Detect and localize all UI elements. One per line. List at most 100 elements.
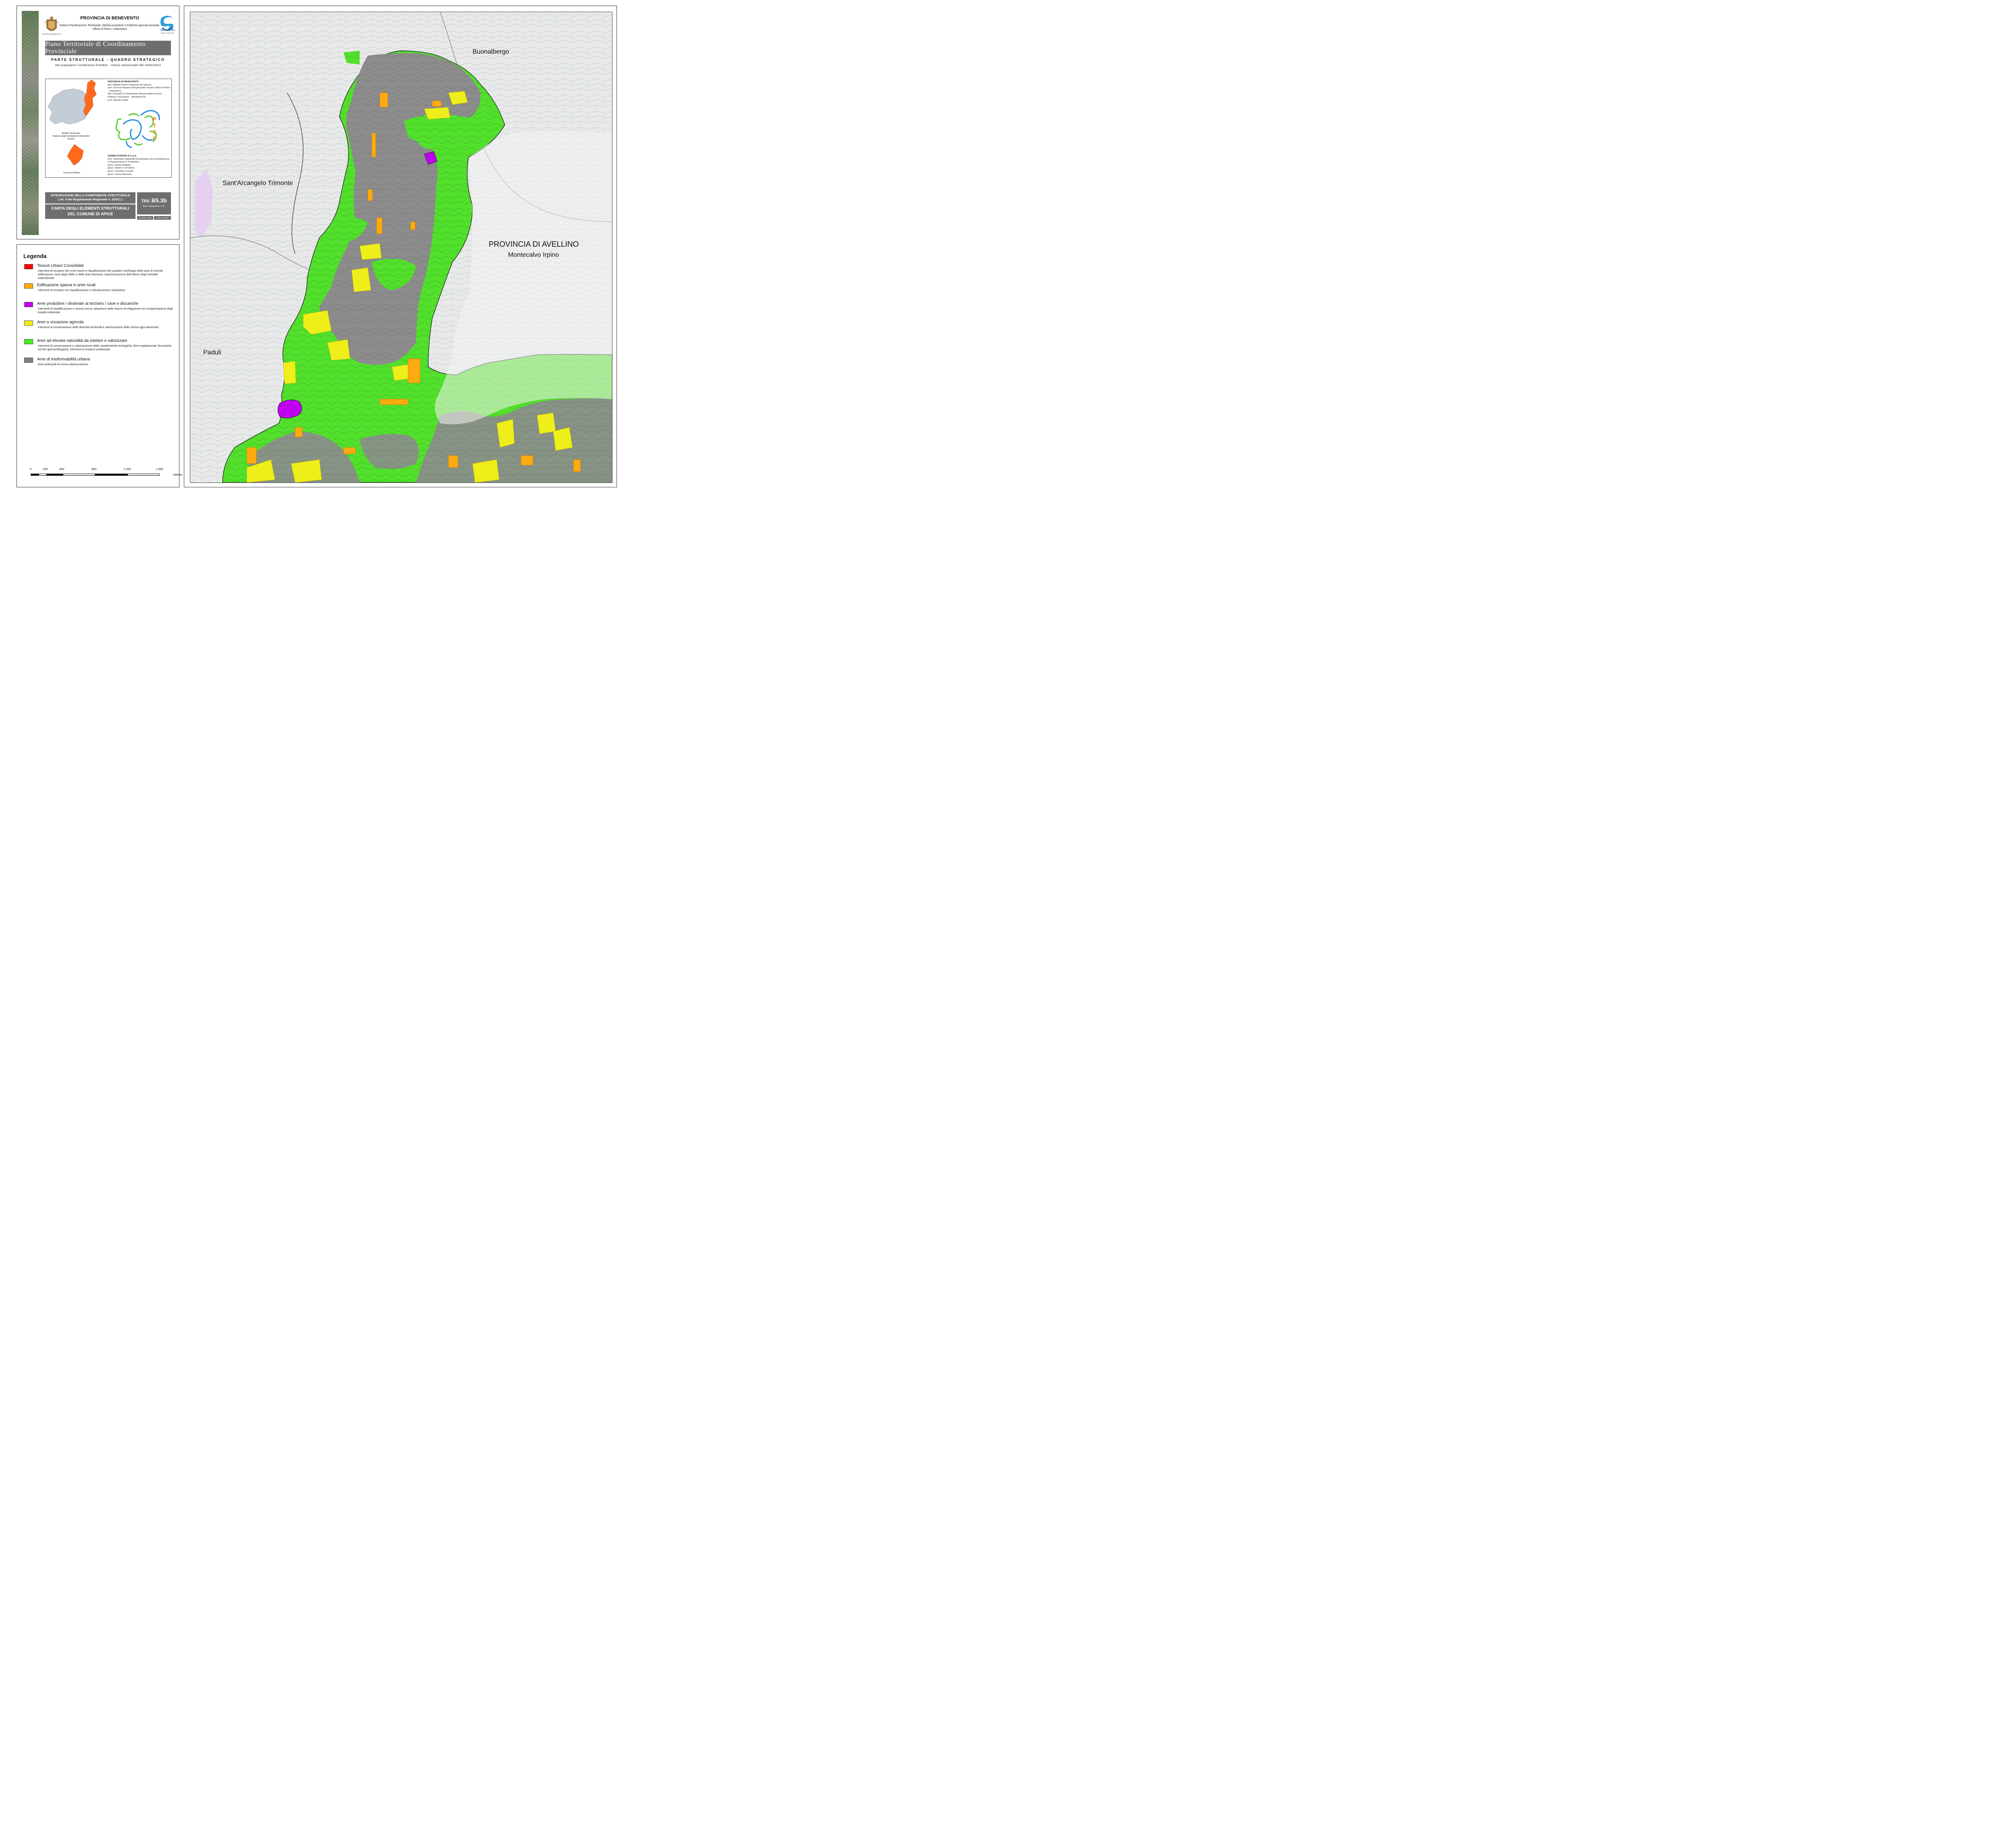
map-panel: Buonalbergo Sant'Arcangelo Trimonte PROV… <box>184 6 617 487</box>
area-agricola <box>359 243 382 260</box>
caption-ambito: Ambito Territoriale Sistema degli Insedi… <box>52 132 90 140</box>
legend-desc: Interventi di riqualificazione e messa n… <box>38 308 173 314</box>
tav-box: TAV. B5.3b Base Cartografica C.T.R. <box>137 192 171 214</box>
area-edificazione <box>448 455 458 468</box>
scale-bar: 0 200 400 800 1.200 1.600 Meters <box>30 467 183 481</box>
team1-line-4: arch. Michele Orsillo. <box>108 99 129 102</box>
carta-box: CARTA DEGLI ELEMENTI STRUTTURALI DEL COM… <box>45 204 135 219</box>
legend-swatch <box>24 358 33 363</box>
integrazione-text: INTEGRAZIONE DELLA COMPONENTE STRUTTURAL… <box>50 193 130 197</box>
area-agricola <box>351 267 371 292</box>
map-frame: Buonalbergo Sant'Arcangelo Trimonte PROV… <box>190 12 612 483</box>
area-edificazione <box>379 399 408 405</box>
scale-segment <box>31 474 39 476</box>
area-agricola <box>472 459 500 483</box>
aerial-photo-strip <box>22 11 39 235</box>
scale-segment <box>39 474 47 476</box>
scale-segment <box>127 474 160 476</box>
area-edificazione <box>410 221 416 230</box>
carta-line-2: DEL COMUNE DI APICE <box>67 212 113 216</box>
scale-tick: 800 <box>92 467 97 471</box>
area-produttiva <box>277 399 302 418</box>
tav-prefix: TAV. <box>141 199 150 204</box>
caption-comune: Comune di Apice <box>63 172 81 174</box>
logo-tagline: sapere e saper fare <box>160 32 174 34</box>
legend-swatch <box>24 283 33 289</box>
legend-desc: Aree potenziali di nuova urbanizzazione. <box>38 363 89 366</box>
atti-preparatori: Atti preparatori Conferenze d'Ambito - I… <box>55 64 161 67</box>
area-edificazione <box>573 459 581 472</box>
scale-tick: 0 <box>30 467 32 471</box>
area-edificazione <box>376 217 383 234</box>
base-cartografica: Base Cartografica C.T.R. <box>143 205 165 208</box>
team1-line-3: dott. Pasquale Di Giambattista (Responsa… <box>108 93 162 98</box>
team-provincia: PROVINCIA DI BENEVENTO dott. Raffaele Bi… <box>108 81 171 102</box>
scale-tick: 1.200 <box>123 467 131 471</box>
title-panel: PROVINCIA DI BENEVENTO PROVINCIA DI BENE… <box>17 6 179 239</box>
legend-swatch <box>24 320 33 326</box>
team2-title: SANNIO EUROPA S.C.p.A. <box>108 155 137 157</box>
place-buonalbergo: Buonalbergo <box>473 48 509 55</box>
date-label: dicembre 2013 <box>137 216 153 220</box>
legend-label: Aree a vocazione agricola <box>37 320 84 325</box>
logo-caption: sannioeuropa <box>160 29 175 31</box>
team1-line-2: arch. Vincenzo Argenio (Responsabile Ser… <box>108 87 170 92</box>
articolo-text: ( art. 9 del Regolamento Regionale n. 5/… <box>58 198 123 201</box>
legend-desc: Interventi di recupero dei centri storic… <box>38 270 163 280</box>
team2-line-5: geom. Serena Mansullo. <box>108 173 132 176</box>
crest-caption: PROVINCIA DI BENEVENTO <box>42 33 61 35</box>
scale-segment <box>95 474 127 476</box>
area-edificazione <box>371 133 376 158</box>
area-agricola <box>537 412 556 434</box>
place-montecalvo: Montecalvo Irpino <box>508 252 559 258</box>
area-agricola <box>496 419 515 448</box>
team2-line-2: geom. Donato Brillante, <box>108 164 131 166</box>
legend-title: Legenda <box>23 253 47 259</box>
legend-desc: Interventi di conservazione delle divers… <box>38 326 160 329</box>
legend-label: Tessuti Urbani Consolidati <box>37 264 84 268</box>
area-edificazione <box>246 447 257 464</box>
scale-tick: 400 <box>59 467 65 471</box>
area-edificazione <box>408 358 421 383</box>
area-edificazione <box>379 92 388 108</box>
legend-swatch <box>24 302 33 307</box>
area-agricola <box>291 459 322 483</box>
team2-line-1: arch. Samantha Calandrelli (Coordinatric… <box>108 158 170 164</box>
scale-label: scala 1/10.000 <box>154 216 171 220</box>
area-edificazione <box>343 447 356 454</box>
scale-segment <box>47 474 63 476</box>
plan-title: Piano Territoriale di Coordinamento Prov… <box>45 41 146 55</box>
legend-desc: Interventi di conservazione e valorizzaz… <box>38 345 172 351</box>
area-agricola <box>327 339 350 361</box>
area-agricola <box>424 107 450 120</box>
scale-tick: 200 <box>43 467 48 471</box>
area-agricola <box>283 361 296 384</box>
place-paduli: Paduli <box>203 349 221 356</box>
team1-line-1: dott. Raffaele Bianco (Dirigente del Set… <box>108 83 152 86</box>
carta-line-1: CARTA DEGLI ELEMENTI STRUTTURALI <box>51 206 129 211</box>
scale-unit: Meters <box>173 473 183 476</box>
plan-title-bar: Piano Territoriale di Coordinamento Prov… <box>45 41 171 55</box>
legend-desc: Interventi di recupero e/o riqualificazi… <box>38 289 126 292</box>
legend-panel: Legenda Tessuti Urbani Consolidati Inter… <box>17 244 183 487</box>
legend-label: Edificazione sparsa in aree rurali <box>37 283 96 287</box>
team2-line-4: geom. Leonardo Lucarelli, <box>108 170 134 173</box>
legend-label: Aree di trasformabilità urbana <box>37 357 90 362</box>
area-edificazione <box>367 189 373 201</box>
team-sannio: SANNIO EUROPA S.C.p.A. arch. Samantha Ca… <box>108 155 171 176</box>
team1-title: PROVINCIA DI BENEVENTO <box>108 81 139 83</box>
area-agricola <box>553 427 573 451</box>
area-agricola <box>392 364 410 381</box>
inset-box: PTCP PROVINCIA DI BENEVENTO dott. Raffae… <box>45 79 172 178</box>
scale-tick: 1.600 <box>156 467 163 471</box>
legend-label: Aree produttive / destinate al terziario… <box>37 302 139 306</box>
ptcp-letters: PTCP <box>153 116 157 141</box>
parte-strutturale: PARTE STRUTTURALE - QUADRO STRATEGICO <box>51 58 165 62</box>
settore-text: Settore Pianificazione Territoriale, Att… <box>59 24 160 31</box>
area-edificazione <box>521 455 533 466</box>
team2-line-3: geom. Vittorio A. D'Onofrio, <box>108 167 135 170</box>
area-edificazione <box>432 100 442 107</box>
integrazione-box: INTEGRAZIONE DELLA COMPONENTE STRUTTURAL… <box>45 192 135 204</box>
tav-code: B5.3b <box>151 197 167 204</box>
province-title: PROVINCIA DI BENEVENTO <box>80 16 140 21</box>
